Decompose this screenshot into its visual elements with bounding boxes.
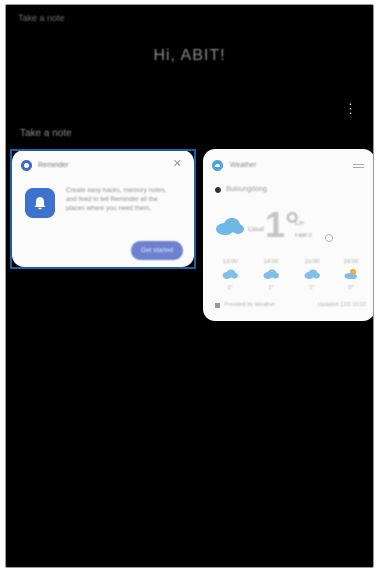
- cloud-icon: [217, 267, 243, 281]
- location-pin-icon: [215, 186, 221, 193]
- forecast-value: 1°: [309, 285, 315, 291]
- weather-extra: Feel 0: [295, 233, 312, 239]
- refresh-icon[interactable]: [325, 234, 333, 242]
- weather-updated: Updated 12/3 10:02: [317, 302, 366, 308]
- reminder-app-icon: [21, 160, 32, 171]
- cloud-icon: [215, 217, 245, 240]
- weather-provider: Provided by Weather: [224, 302, 276, 308]
- forecast-value: 0°: [348, 285, 354, 291]
- greeting-title: Hi, ABIT!: [153, 47, 226, 64]
- forecast-time: 14:00: [263, 259, 279, 265]
- forecast-time: 15:00: [304, 259, 320, 265]
- get-started-button[interactable]: Get started: [131, 241, 183, 260]
- forecast-value: 1°: [227, 285, 233, 291]
- weather-app-name: Weather: [230, 162, 257, 169]
- menu-icon[interactable]: [353, 164, 364, 170]
- reminder-card[interactable]: Reminder ✕ Create easy hacks, memory not…: [12, 150, 194, 267]
- weather-location: Bukiungdong: [226, 186, 267, 193]
- weather-condition: Cloud: [248, 227, 264, 233]
- forecast-value: 1°: [268, 285, 274, 291]
- overflow-menu-icon[interactable]: ⋮: [344, 102, 357, 115]
- temperature-unit: C/F: [295, 221, 305, 227]
- bell-icon: [25, 188, 55, 218]
- top-hint-text: Take a note: [18, 13, 65, 23]
- forecast-item: 14:00 1°: [258, 259, 284, 291]
- section-label: Take a note: [20, 128, 72, 139]
- cloud-sun-icon: [338, 267, 364, 281]
- forecast-item: 16:00 0°: [338, 259, 364, 291]
- cloud-icon: [299, 267, 325, 281]
- cloud-icon: [258, 267, 284, 281]
- reminder-app-name: Reminder: [38, 162, 69, 169]
- weather-app-icon: [212, 160, 223, 171]
- reminder-description: Create easy hacks, memory notes, and fee…: [66, 187, 167, 212]
- forecast-time: 13:00: [222, 259, 238, 265]
- provider-icon: [215, 302, 220, 308]
- forecast-time: 16:00: [343, 259, 359, 265]
- screen-frame: Take a note Hi, ABIT! ⋮ Take a note Remi…: [5, 4, 374, 568]
- forecast-item: 13:00 1°: [217, 259, 243, 291]
- weather-card[interactable]: Weather Bukiungdong Cloud 1° C/F Feel 0 …: [203, 149, 373, 321]
- forecast-item: 15:00 1°: [299, 259, 325, 291]
- close-icon[interactable]: ✕: [173, 157, 182, 170]
